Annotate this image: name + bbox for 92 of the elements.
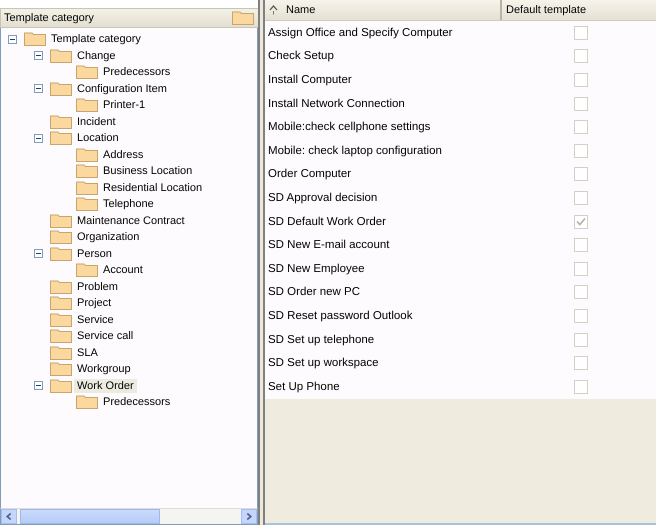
folder-icon — [50, 82, 72, 96]
default-checkbox[interactable] — [574, 72, 588, 87]
tree-item[interactable]: Project — [74, 296, 114, 310]
folder-icon — [232, 11, 254, 25]
template-name[interactable]: Install Computer — [265, 74, 506, 86]
template-name[interactable]: SD Set up telephone — [265, 334, 506, 346]
folder-icon — [50, 131, 72, 146]
tree-item[interactable]: Service — [74, 312, 117, 327]
template-name[interactable]: Mobile: check laptop configuration — [265, 144, 506, 157]
collapse-toggle[interactable] — [34, 51, 42, 60]
folder-icon — [50, 378, 72, 393]
folder-icon — [76, 98, 98, 112]
template-name[interactable]: SD Approval decision — [265, 192, 506, 204]
column-header[interactable]: Default template — [502, 0, 656, 20]
tree-item[interactable]: Problem — [74, 280, 121, 294]
template-name[interactable]: Check Setup — [265, 50, 506, 62]
tree-item[interactable]: Template category — [48, 32, 144, 46]
tree-item[interactable]: Residential Location — [100, 180, 206, 195]
folder-icon — [76, 164, 98, 178]
template-name[interactable]: SD New Employee — [265, 262, 506, 275]
tree-item[interactable]: SLA — [74, 346, 101, 360]
folder-icon — [76, 263, 98, 278]
scroll-left-button[interactable] — [1, 509, 17, 524]
tree-item[interactable]: Change — [74, 48, 119, 63]
default-checkbox[interactable] — [574, 49, 588, 64]
default-checkbox[interactable] — [574, 308, 588, 323]
tree-item[interactable]: Business Location — [100, 164, 196, 178]
sort-ascending-icon — [269, 5, 278, 15]
folder-icon — [24, 32, 46, 46]
collapse-toggle[interactable] — [34, 134, 42, 143]
collapse-toggle[interactable] — [34, 249, 42, 258]
tree-item[interactable]: Predecessors — [100, 65, 174, 80]
folder-icon — [76, 148, 98, 162]
tree-item[interactable]: Telephone — [100, 197, 157, 212]
default-checkbox[interactable] — [574, 262, 588, 276]
default-checkbox[interactable] — [574, 380, 588, 394]
default-checkbox[interactable] — [574, 356, 588, 370]
template-name[interactable]: SD Reset password Outlook — [265, 310, 506, 322]
default-checkbox[interactable] — [574, 120, 588, 134]
collapse-toggle[interactable] — [34, 84, 42, 94]
tree-item[interactable]: Work Order — [74, 378, 137, 393]
folder-icon — [50, 280, 72, 294]
template-name[interactable]: Set Up Phone — [265, 380, 506, 393]
tree-item[interactable]: Printer-1 — [100, 98, 148, 112]
folder-icon — [50, 48, 72, 63]
template-name[interactable]: SD Order new PC — [265, 286, 506, 298]
scroll-right-button[interactable] — [241, 509, 257, 524]
template-name[interactable]: Mobile:check cellphone settings — [265, 121, 506, 134]
tree-item[interactable]: Location — [74, 131, 122, 146]
collapse-toggle[interactable] — [8, 34, 16, 44]
default-checkbox[interactable] — [574, 167, 588, 182]
tree-item[interactable]: Maintenance Contract — [74, 214, 188, 228]
template-name[interactable]: SD New E-mail account — [265, 239, 506, 252]
tree-item[interactable]: Address — [100, 148, 146, 162]
folder-icon — [50, 246, 72, 261]
default-checkbox[interactable] — [574, 26, 588, 40]
tree-item[interactable]: Account — [100, 263, 146, 278]
folder-icon — [50, 329, 72, 344]
tree-item[interactable]: Person — [74, 246, 115, 261]
folder-icon — [50, 214, 72, 228]
tree-item[interactable]: Service call — [74, 329, 136, 344]
folder-icon — [50, 362, 72, 376]
default-checkbox[interactable] — [574, 238, 588, 252]
splitter[interactable] — [258, 0, 265, 525]
tree-item[interactable]: Incident — [74, 114, 119, 129]
default-checkbox[interactable] — [574, 190, 588, 205]
default-checkbox[interactable] — [574, 144, 588, 158]
scrollbar-thumb[interactable] — [20, 509, 160, 524]
template-name[interactable]: Assign Office and Specify Computer — [265, 26, 506, 39]
default-checkbox[interactable] — [574, 214, 588, 229]
default-checkbox[interactable] — [574, 285, 588, 300]
folder-icon — [76, 180, 98, 195]
folder-icon — [76, 395, 98, 410]
template-name[interactable]: Install Network Connection — [265, 98, 506, 110]
default-checkbox[interactable] — [574, 96, 588, 111]
default-checkbox[interactable] — [574, 332, 588, 347]
folder-icon — [50, 296, 72, 310]
folder-icon — [76, 65, 98, 80]
tree-item[interactable]: Workgroup — [74, 362, 134, 376]
folder-icon — [50, 312, 72, 327]
folder-icon — [50, 114, 72, 129]
panel-title: Template category — [4, 12, 94, 24]
template-name[interactable]: SD Set up workspace — [265, 357, 506, 370]
tree-item[interactable]: Configuration Item — [74, 82, 170, 96]
template-name[interactable]: Order Computer — [265, 168, 506, 180]
folder-icon — [50, 346, 72, 360]
tree-item[interactable]: Organization — [74, 230, 142, 244]
tree-item[interactable]: Predecessors — [100, 395, 174, 410]
template-name[interactable]: SD Default Work Order — [265, 216, 506, 228]
folder-icon — [50, 230, 72, 244]
folder-icon — [76, 197, 98, 212]
collapse-toggle[interactable] — [34, 381, 42, 390]
